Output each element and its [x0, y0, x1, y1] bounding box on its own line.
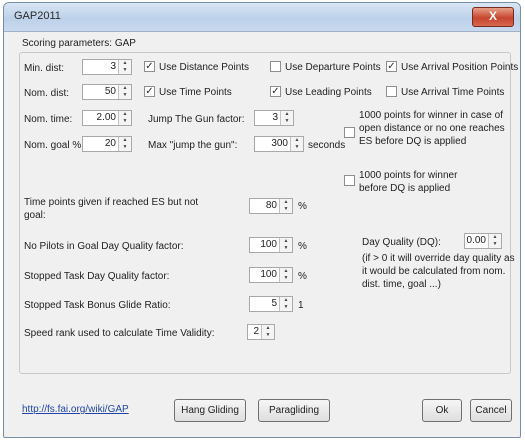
- day-quality-label: Day Quality (DQ):: [362, 237, 441, 248]
- winner-1000-before-label: 1000 points for winner before DQ is appl…: [359, 169, 457, 195]
- time-points-es-spinner[interactable]: 80 ▲ ▼: [249, 198, 293, 214]
- use-departure-checkbox[interactable]: [270, 61, 281, 72]
- nom-time-spinner[interactable]: 2.00 ▲ ▼: [82, 110, 132, 126]
- use-arrival-time-label: Use Arrival Time Points: [401, 87, 505, 98]
- note-line: it would be calculated from nom.: [362, 266, 506, 277]
- ok-button[interactable]: Ok: [422, 399, 462, 422]
- winner-1000-open-label: 1000 points for winner in case of open d…: [359, 109, 505, 148]
- spin-arrows-icon[interactable]: ▲ ▼: [261, 325, 274, 339]
- note-line: (if > 0 it will override day quality as: [362, 253, 515, 264]
- winner-1000-open-checkbox[interactable]: [344, 127, 355, 138]
- nom-time-value: 2.00: [96, 112, 116, 123]
- max-jtg-unit: seconds: [308, 140, 346, 151]
- use-distance-checkbox[interactable]: ✓: [144, 61, 155, 72]
- spin-arrows-icon[interactable]: ▲ ▼: [279, 199, 292, 213]
- nom-goal-spinner[interactable]: 20 ▲ ▼: [82, 136, 132, 152]
- day-quality-note: (if > 0 it will override day quality as …: [362, 252, 515, 291]
- speed-rank-value: 2: [253, 326, 259, 337]
- use-time-label: Use Time Points: [159, 87, 232, 98]
- spin-arrows-icon[interactable]: ▲ ▼: [290, 137, 303, 151]
- time-points-es-unit: %: [298, 201, 307, 212]
- check-icon: ✓: [387, 61, 396, 72]
- bonus-glide-label: Stopped Task Bonus Glide Ratio:: [24, 300, 171, 311]
- nom-goal-value: 20: [104, 138, 116, 149]
- nom-dist-value: 50: [104, 86, 116, 97]
- title-bar[interactable]: GAP2011 X: [4, 3, 520, 32]
- spin-arrows-icon[interactable]: ▲ ▼: [279, 268, 292, 282]
- bonus-glide-value: 5: [271, 298, 277, 309]
- speed-rank-label: Speed rank used to calculate Time Validi…: [24, 328, 215, 339]
- use-departure-label: Use Departure Points: [285, 62, 381, 73]
- use-arrival-position-label: Use Arrival Position Points: [401, 62, 519, 73]
- stopped-task-spinner[interactable]: 100 ▲ ▼: [249, 267, 293, 283]
- paragliding-button[interactable]: Paragliding: [258, 399, 330, 422]
- use-arrival-time-checkbox[interactable]: [386, 86, 397, 97]
- jtg-factor-spinner[interactable]: 3 ▲ ▼: [254, 110, 294, 126]
- group-label: Scoring parameters: GAP: [22, 38, 136, 49]
- use-leading-label: Use Leading Points: [285, 87, 372, 98]
- use-distance-label: Use Distance Points: [159, 62, 250, 73]
- nom-dist-spinner[interactable]: 50 ▲ ▼: [82, 84, 132, 100]
- close-button[interactable]: X: [472, 7, 514, 27]
- label-line: before DQ is applied: [359, 183, 451, 194]
- label-line: goal:: [24, 210, 46, 221]
- spin-arrows-icon[interactable]: ▲ ▼: [118, 60, 131, 74]
- day-quality-value: 0.00: [466, 235, 486, 246]
- use-time-checkbox[interactable]: ✓: [144, 86, 155, 97]
- spin-arrows-icon[interactable]: ▲ ▼: [118, 111, 131, 125]
- stopped-task-value: 100: [260, 269, 277, 280]
- cancel-button[interactable]: Cancel: [470, 399, 512, 422]
- label-line: ES before DQ is applied: [359, 136, 467, 147]
- bonus-glide-spinner[interactable]: 5 ▲ ▼: [249, 296, 293, 312]
- speed-rank-spinner[interactable]: 2 ▲ ▼: [247, 324, 275, 340]
- spin-arrows-icon[interactable]: ▲ ▼: [279, 238, 292, 252]
- spin-arrows-icon[interactable]: ▲ ▼: [279, 297, 292, 311]
- spin-arrows-icon[interactable]: ▲ ▼: [118, 137, 131, 151]
- stopped-task-unit: %: [298, 271, 307, 282]
- nom-goal-label: Nom. goal %:: [24, 140, 85, 151]
- min-dist-value: 3: [110, 61, 116, 72]
- nom-dist-label: Nom. dist:: [24, 88, 70, 99]
- no-pilots-goal-spinner[interactable]: 100 ▲ ▼: [249, 237, 293, 253]
- label-line: open distance or no one reaches: [359, 123, 505, 134]
- no-pilots-goal-unit: %: [298, 241, 307, 252]
- spin-arrows-icon[interactable]: ▲ ▼: [280, 111, 293, 125]
- spin-arrows-icon[interactable]: ▲ ▼: [118, 85, 131, 99]
- max-jtg-label: Max "jump the gun":: [148, 140, 238, 151]
- nom-time-label: Nom. time:: [24, 114, 73, 125]
- window-title: GAP2011: [14, 10, 61, 22]
- note-line: dist. time, goal ...): [362, 279, 441, 290]
- check-icon: ✓: [271, 86, 280, 97]
- dialog-window: GAP2011 X Scoring parameters: GAP Min. d…: [3, 2, 521, 438]
- label-line: Time points given if reached ES but not: [24, 197, 199, 208]
- check-icon: ✓: [145, 61, 154, 72]
- min-dist-label: Min. dist:: [24, 63, 65, 74]
- spin-arrows-icon[interactable]: ▲ ▼: [488, 234, 501, 248]
- time-points-es-value: 80: [265, 200, 277, 211]
- stopped-task-label: Stopped Task Day Quality factor:: [24, 271, 170, 282]
- bonus-glide-unit: 1: [298, 300, 304, 311]
- label-line: 1000 points for winner: [359, 170, 458, 181]
- no-pilots-goal-value: 100: [260, 239, 277, 250]
- use-leading-checkbox[interactable]: ✓: [270, 86, 281, 97]
- jtg-factor-label: Jump The Gun factor:: [148, 114, 245, 125]
- hang-gliding-button[interactable]: Hang Gliding: [174, 399, 246, 422]
- no-pilots-goal-label: No Pilots in Goal Day Quality factor:: [24, 241, 184, 252]
- max-jtg-value: 300: [271, 138, 288, 149]
- jtg-factor-value: 3: [272, 112, 278, 123]
- day-quality-spinner[interactable]: 0.00 ▲ ▼: [464, 233, 502, 249]
- gap-wiki-link[interactable]: http://fs.fai.org/wiki/GAP: [22, 404, 129, 415]
- max-jtg-spinner[interactable]: 300 ▲ ▼: [254, 136, 304, 152]
- min-dist-spinner[interactable]: 3 ▲ ▼: [82, 59, 132, 75]
- time-points-es-label: Time points given if reached ES but not …: [24, 196, 198, 222]
- use-arrival-position-checkbox[interactable]: ✓: [386, 61, 397, 72]
- label-line: 1000 points for winner in case of: [359, 110, 503, 121]
- check-icon: ✓: [145, 86, 154, 97]
- winner-1000-before-checkbox[interactable]: [344, 175, 355, 186]
